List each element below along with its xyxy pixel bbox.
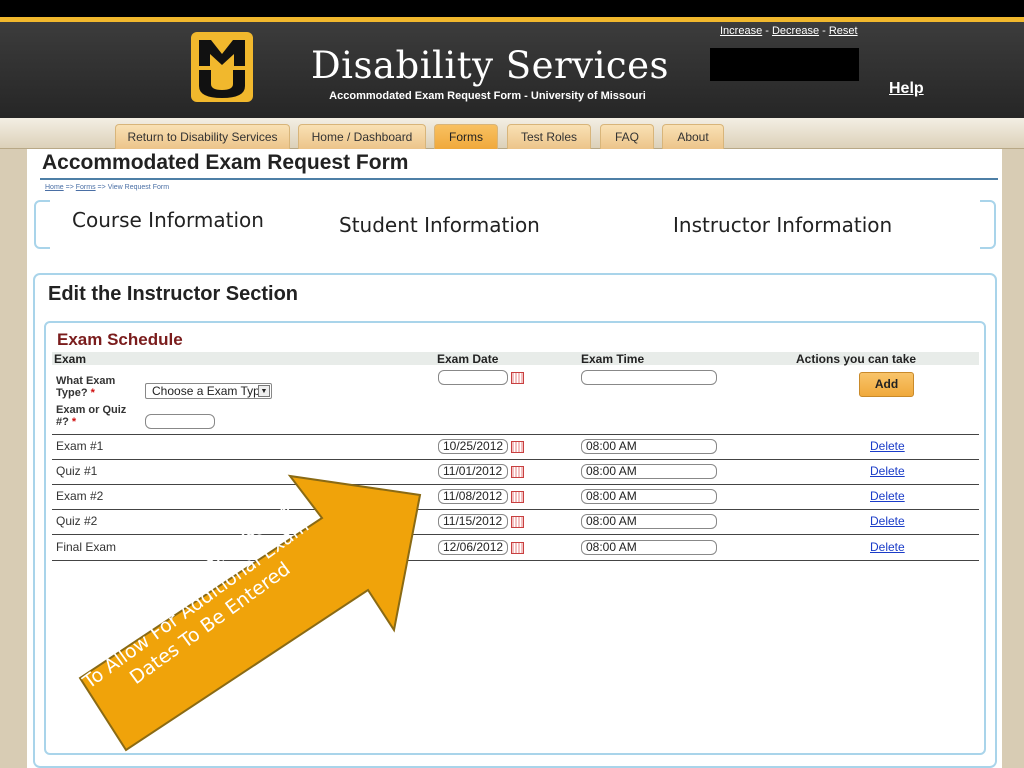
column-header-actions: Actions you can take	[796, 352, 917, 366]
table-row-exam-name: Final Exam	[56, 540, 117, 554]
exam-time-input[interactable]: 08:00 AM	[581, 464, 717, 479]
exam-number-label: Exam or Quiz #? *	[56, 404, 126, 428]
delete-link[interactable]: Delete	[870, 514, 905, 528]
row-divider	[52, 560, 979, 561]
panel-title: Edit the Instructor Section	[48, 283, 299, 305]
exam-date-input[interactable]: 12/06/2012	[438, 540, 508, 555]
table-row-exam-name: Quiz #2	[56, 514, 98, 528]
exam-type-label-text: Type?	[56, 387, 88, 399]
exam-type-selected-value: Choose a Exam Type	[152, 384, 267, 398]
tab-about[interactable]: About	[662, 124, 724, 149]
exam-time-input[interactable]: 08:00 AM	[581, 540, 717, 555]
text-size-separator: -	[762, 25, 772, 37]
mizzou-logo	[191, 32, 253, 102]
new-exam-time-input[interactable]	[581, 370, 717, 385]
table-row-exam-name: Quiz #1	[56, 464, 98, 478]
calendar-icon[interactable]	[511, 542, 524, 554]
exam-type-label: What Exam Type? *	[56, 375, 115, 399]
exam-number-label-line2: #? *	[56, 416, 126, 428]
row-divider	[52, 509, 979, 510]
calendar-icon[interactable]	[511, 491, 524, 503]
exam-date-input[interactable]: 10/25/2012	[438, 439, 508, 454]
exam-schedule-title: Exam Schedule	[57, 330, 183, 349]
calendar-icon[interactable]	[511, 516, 524, 528]
required-mark: *	[71, 416, 77, 428]
calendar-icon[interactable]	[511, 372, 524, 384]
breadcrumb: Home => Forms => View Request Form	[45, 184, 169, 191]
column-header-exam-date: Exam Date	[437, 352, 499, 366]
site-subtitle: Accommodated Exam Request Form - Univers…	[329, 90, 646, 102]
breadcrumb-separator: =>	[63, 184, 76, 191]
new-exam-date-input[interactable]	[438, 370, 508, 385]
breadcrumb-view-request-form[interactable]: View Request Form	[108, 184, 169, 191]
exam-time-input[interactable]: 08:00 AM	[581, 439, 717, 454]
text-size-separator: -	[819, 25, 829, 37]
exam-date-input[interactable]: 11/01/2012	[438, 464, 508, 479]
exam-type-select[interactable]: Choose a Exam Type ▼	[145, 383, 272, 399]
breadcrumb-separator: =>	[95, 184, 108, 191]
decrease-text-link[interactable]: Decrease	[772, 25, 819, 37]
breadcrumb-home[interactable]: Home	[45, 184, 64, 191]
exam-type-label-line2: Type? *	[56, 387, 115, 399]
calendar-icon[interactable]	[511, 441, 524, 453]
tab-home-dashboard[interactable]: Home / Dashboard	[298, 124, 426, 149]
delete-link[interactable]: Delete	[870, 489, 905, 503]
calendar-icon[interactable]	[511, 466, 524, 478]
increase-text-link[interactable]: Increase	[720, 25, 762, 37]
table-row-exam-name: Exam #2	[56, 489, 104, 503]
reset-text-link[interactable]: Reset	[829, 25, 858, 37]
tab-test-roles[interactable]: Test Roles	[507, 124, 591, 149]
exam-type-label-line1: What Exam	[56, 375, 116, 387]
page-title: Accommodated Exam Request Form	[42, 151, 409, 174]
breadcrumb-forms[interactable]: Forms	[76, 184, 96, 191]
text-size-controls: Increase - Decrease - Reset	[720, 25, 858, 37]
tab-forms[interactable]: Forms	[434, 124, 498, 149]
title-divider	[40, 178, 998, 180]
add-exam-button[interactable]: Add	[859, 372, 914, 397]
help-link[interactable]: Help	[889, 80, 924, 98]
redacted-box	[710, 48, 859, 81]
exam-date-input[interactable]: 11/08/2012	[438, 489, 508, 504]
tab-return-to-disability-services[interactable]: Return to Disability Services	[115, 124, 290, 149]
required-mark: *	[90, 387, 95, 399]
section-tab-course-information[interactable]: Course Information	[72, 208, 264, 232]
exam-number-label-text: #?	[56, 416, 69, 428]
tab-faq[interactable]: FAQ	[600, 124, 654, 149]
delete-link[interactable]: Delete	[870, 439, 905, 453]
exam-time-input[interactable]: 08:00 AM	[581, 489, 717, 504]
delete-link[interactable]: Delete	[870, 464, 905, 478]
exam-number-input[interactable]	[145, 414, 215, 429]
row-divider	[52, 534, 979, 535]
table-row-exam-name: Exam #1	[56, 439, 104, 453]
column-header-exam-time: Exam Time	[581, 352, 645, 366]
top-black-bar	[0, 0, 1024, 17]
section-tab-instructor-information[interactable]: Instructor Information	[673, 213, 892, 237]
site-title: Disability Services	[310, 44, 670, 87]
section-tab-student-information[interactable]: Student Information	[339, 213, 540, 237]
chevron-down-icon[interactable]: ▼	[258, 385, 270, 397]
exam-number-label-line1: Exam or Quiz	[56, 404, 127, 416]
row-divider	[52, 434, 979, 435]
row-divider	[52, 484, 979, 485]
exam-time-input[interactable]: 08:00 AM	[581, 514, 717, 529]
delete-link[interactable]: Delete	[870, 540, 905, 554]
row-divider	[52, 459, 979, 460]
exam-date-input[interactable]: 11/15/2012	[438, 514, 508, 529]
column-header-exam: Exam	[54, 352, 87, 366]
main-nav: Return to Disability Services Home / Das…	[0, 118, 1024, 149]
